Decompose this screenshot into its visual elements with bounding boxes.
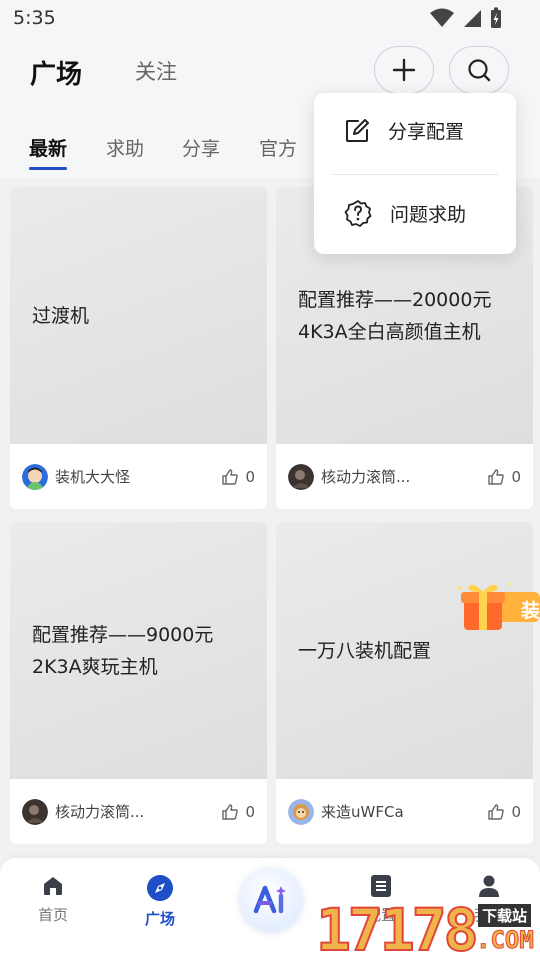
avatar[interactable] [288, 798, 314, 825]
nav-label: 广场 [144, 910, 175, 928]
search-icon [468, 59, 491, 82]
signal-icon [464, 10, 481, 27]
watermark-brand: 17178 [315, 895, 480, 960]
document-icon [371, 875, 391, 897]
user-icon [479, 875, 499, 897]
thumbs-up-icon [488, 803, 505, 820]
watermark-sub: 下载站 [478, 904, 532, 927]
post-author: 核动力滚筒... [321, 468, 411, 486]
post-meta: 核动力滚筒... 0 [276, 444, 533, 509]
ai-icon [253, 885, 286, 914]
watermark-domain: .COM [476, 926, 535, 955]
nav-label: 首页 [37, 906, 68, 924]
tab-follow[interactable]: 关注 [135, 56, 177, 86]
tab-official[interactable]: 官方 [259, 134, 297, 161]
nav-square[interactable]: 广场 [120, 874, 200, 929]
like-count: 0 [245, 467, 255, 486]
search-button[interactable] [449, 46, 509, 94]
like-button[interactable]: 0 [221, 468, 255, 486]
like-button[interactable]: 0 [487, 803, 521, 821]
post-title: 配置推荐——9000元2K3A爽玩主机 [32, 623, 214, 678]
site-watermark: 17178 下载站 .COM [315, 895, 540, 960]
menu-label: 分享配置 [388, 121, 465, 143]
tab-help[interactable]: 求助 [106, 134, 144, 161]
edit-icon [346, 118, 369, 142]
avatar[interactable] [22, 463, 48, 490]
menu-item-share-config[interactable]: 分享配置 [344, 117, 464, 144]
active-tab-indicator [29, 167, 67, 170]
post-card[interactable]: 配置推荐——9000元2K3A爽玩主机 核动力滚筒... 0 [10, 522, 267, 844]
post-meta: 来造uWFCa 0 [276, 779, 533, 844]
status-bar: 5:35 [0, 0, 540, 36]
tab-share[interactable]: 分享 [182, 134, 220, 161]
post-cover: 一万八装机配置 [276, 522, 533, 779]
post-cover: 配置推荐——9000元2K3A爽玩主机 [10, 522, 267, 779]
battery-icon [491, 7, 501, 28]
post-feed: 过渡机 装机大大怪 0 配置推荐——20000元4K3A全白高颜值主机 核动力滚… [0, 178, 540, 858]
home-icon [44, 877, 62, 895]
like-count: 0 [511, 467, 521, 486]
avatar[interactable] [22, 798, 48, 825]
post-title: 一万八装机配置 [298, 639, 432, 662]
page-title: 广场 [30, 60, 83, 90]
post-meta: 装机大大怪 0 [10, 444, 267, 509]
status-icons [430, 7, 502, 29]
add-button[interactable] [374, 46, 434, 94]
post-title: 配置推荐——20000元4K3A全白高颜值主机 [298, 288, 492, 343]
post-card[interactable]: 过渡机 装机大大怪 0 [10, 187, 267, 509]
like-button[interactable]: 0 [487, 468, 521, 486]
ai-assistant-button[interactable] [240, 868, 302, 930]
post-author: 来造uWFCa [321, 803, 404, 821]
status-time: 5:35 [13, 7, 56, 29]
thumbs-up-icon [488, 468, 505, 485]
like-count: 0 [511, 802, 521, 821]
plus-icon [392, 58, 416, 82]
post-title: 过渡机 [32, 304, 90, 327]
menu-divider [332, 174, 498, 175]
compass-icon [147, 875, 173, 901]
help-badge-icon [344, 200, 372, 227]
menu-label: 问题求助 [390, 203, 467, 226]
tab-latest[interactable]: 最新 [29, 134, 67, 161]
like-count: 0 [245, 802, 255, 821]
thumbs-up-icon [222, 803, 239, 820]
menu-item-ask-help[interactable]: 问题求助 [344, 199, 466, 227]
avatar[interactable] [288, 463, 314, 490]
create-menu-popup: 分享配置 问题求助 [314, 93, 516, 254]
gift-badge[interactable]: 装 [452, 578, 540, 638]
gift-label: 装 [521, 600, 540, 622]
post-author: 核动力滚筒... [55, 803, 145, 821]
post-meta: 核动力滚筒... 0 [10, 779, 267, 844]
post-cover: 过渡机 [10, 187, 267, 444]
wifi-icon [430, 8, 454, 27]
post-author: 装机大大怪 [55, 468, 131, 486]
nav-home[interactable]: 首页 [13, 874, 93, 925]
thumbs-up-icon [222, 468, 239, 485]
post-card[interactable]: 一万八装机配置 来造uWFCa 0 [276, 522, 533, 844]
like-button[interactable]: 0 [221, 803, 255, 821]
